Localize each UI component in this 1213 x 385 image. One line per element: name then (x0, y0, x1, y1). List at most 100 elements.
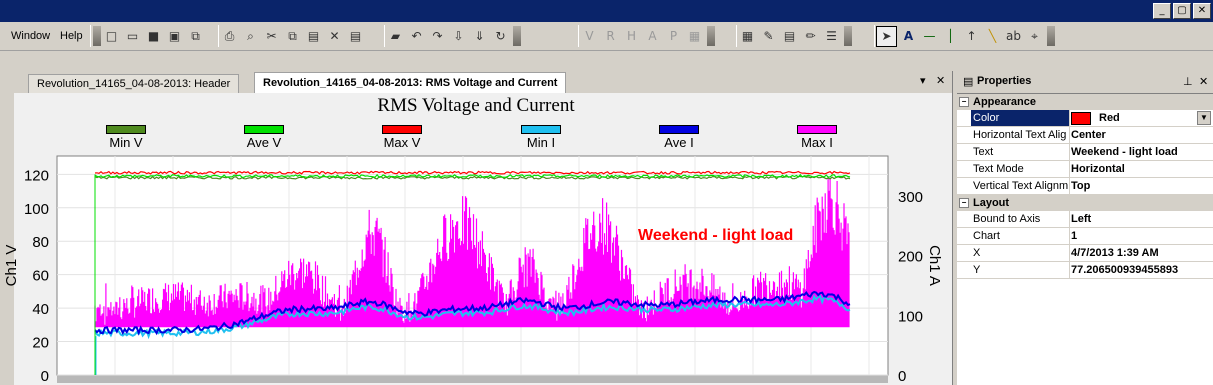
open-folder-icon[interactable]: ▭ (123, 27, 142, 46)
pointer-icon[interactable]: ➤ (876, 25, 897, 47)
property-value-text: Top (1071, 180, 1091, 192)
property-row[interactable]: ▼ Color Red (957, 110, 1213, 127)
property-row[interactable]: Horizontal Text Alig Center (957, 127, 1213, 144)
property-value[interactable]: Weekend - light load (1069, 144, 1213, 160)
window-title-bar: _ ▢ ✕ (0, 0, 1213, 22)
save-as-icon[interactable]: ▣ (165, 27, 184, 46)
marker-icon[interactable]: ⌖ (1025, 27, 1044, 46)
property-row[interactable]: X 4/7/2013 1:39 AM (957, 245, 1213, 262)
collapse-icon[interactable]: − (959, 97, 969, 108)
property-value[interactable]: Center (1069, 127, 1213, 143)
import-icon[interactable]: ⇩ (449, 27, 468, 46)
legend-item[interactable]: Ave I (644, 125, 714, 150)
property-value-text: 1 (1071, 230, 1078, 242)
pw-icon[interactable]: P (664, 27, 683, 46)
y2-tick-label: 100 (898, 308, 923, 325)
print-icon[interactable]: ⎙ (220, 27, 239, 46)
property-row[interactable]: Chart 1 (957, 228, 1213, 245)
toolbar-grip[interactable] (844, 26, 852, 46)
cut-icon[interactable]: ✂ (262, 27, 281, 46)
menu-window[interactable]: Window (11, 30, 50, 42)
close-window-button[interactable]: ✕ (1193, 3, 1211, 19)
properties-icon: ▤ (963, 76, 974, 88)
menu-help[interactable]: Help (60, 30, 83, 42)
table-icon[interactable]: ▦ (685, 27, 704, 46)
chart-options-icon[interactable]: ▦ (738, 27, 757, 46)
property-category-label: Appearance (973, 96, 1036, 108)
property-name: Vertical Text Alignm (973, 178, 1070, 194)
properties-header: ▤ Properties ⊥ ✕ (957, 71, 1213, 94)
print-preview-icon[interactable]: ⌕ (241, 27, 260, 46)
list-icon[interactable]: ☰ (822, 27, 841, 46)
toolbar-grip[interactable] (1047, 26, 1055, 46)
report-icon[interactable]: ▤ (780, 27, 799, 46)
property-row[interactable]: Y 77.206500939455893 (957, 262, 1213, 279)
legend-item[interactable]: Max I (782, 125, 852, 150)
toolbar-grip[interactable] (707, 26, 715, 46)
horizontal-line-icon[interactable]: — (920, 27, 939, 46)
property-value[interactable]: 4/7/2013 1:39 AM (1069, 245, 1213, 261)
property-name: Color (971, 110, 1070, 126)
legend-label: Max V (383, 135, 421, 150)
paste-icon[interactable]: ▤ (304, 27, 323, 46)
legend-item[interactable]: Min V (91, 125, 161, 150)
property-value[interactable]: 1 (1069, 228, 1213, 244)
rp-icon[interactable]: R (601, 27, 620, 46)
arrow-up-icon[interactable]: ↑ (962, 27, 981, 46)
undo-icon[interactable]: ↶ (407, 27, 426, 46)
legend-item[interactable]: Max V (367, 125, 437, 150)
toolbar-grip[interactable] (93, 26, 101, 46)
legend-item[interactable]: Ave V (229, 125, 299, 150)
properties-title: Properties (977, 75, 1032, 87)
chart-annotation[interactable]: Weekend - light load (638, 227, 793, 245)
property-row[interactable]: Text Mode Horizontal (957, 161, 1213, 178)
property-name: Chart (971, 228, 1070, 244)
y-tick-label: 80 (32, 234, 49, 251)
legend-item[interactable]: Min I (506, 125, 576, 150)
delete-icon[interactable]: ✕ (325, 27, 344, 46)
redo-icon[interactable]: ↷ (428, 27, 447, 46)
property-value[interactable]: Left (1069, 211, 1213, 227)
property-row[interactable]: Text Weekend - light load (957, 144, 1213, 161)
collapse-icon[interactable]: − (959, 198, 969, 209)
time-scrollbar (57, 375, 888, 383)
harmonics-icon[interactable]: H (622, 27, 641, 46)
close-panel-icon[interactable]: ✕ (1199, 75, 1208, 88)
property-value[interactable]: Horizontal (1069, 161, 1213, 177)
new-file-icon[interactable]: □ (102, 27, 121, 46)
vi-icon[interactable]: V (580, 27, 599, 46)
diagonal-line-icon[interactable]: ╲ (983, 27, 1002, 46)
chart-pane: 0 20 40 60 80 100 120 0 100 200 300 Ch1 V Ch1 A RMS … (0, 93, 952, 385)
properties-icon[interactable]: ▤ (346, 27, 365, 46)
label-tool-icon[interactable]: ab (1004, 27, 1023, 46)
property-value[interactable]: Top (1069, 178, 1213, 194)
property-category[interactable]: − Appearance (957, 94, 1213, 110)
property-category-label: Layout (973, 197, 1010, 209)
close-tab-icon[interactable]: ✕ (936, 74, 945, 87)
copy-icon[interactable]: ⧉ (283, 27, 302, 46)
toolbar-grip[interactable] (513, 26, 521, 46)
property-value[interactable]: Red (1069, 110, 1213, 126)
chart-title: RMS Voltage and Current (377, 95, 575, 116)
tab-list-dropdown-icon[interactable]: ▾ (920, 74, 926, 87)
window-icon[interactable]: ⧉ (186, 27, 205, 46)
property-value[interactable]: 77.206500939455893 (1069, 262, 1213, 278)
pin-icon[interactable]: ⊥ (1183, 75, 1193, 88)
tab-rms-voltage-current[interactable]: Revolution_14165_04-08-2013: RMS Voltage… (254, 72, 567, 94)
property-row[interactable]: Bound to Axis Left (957, 211, 1213, 228)
edit-chart-icon[interactable]: ✎ (759, 27, 778, 46)
property-row[interactable]: Vertical Text Alignm Top (957, 178, 1213, 195)
refresh-icon[interactable]: ↻ (491, 27, 510, 46)
minimize-button[interactable]: _ (1153, 3, 1171, 19)
restore-button[interactable]: ▢ (1173, 3, 1191, 19)
text-tool-icon[interactable]: A (899, 27, 918, 46)
download-icon[interactable]: ⇓ (470, 27, 489, 46)
toolbar-file: □ ▭ ■ ▣ ⧉ (90, 25, 206, 47)
av-icon[interactable]: A (643, 27, 662, 46)
pencil-icon[interactable]: ✏ (801, 27, 820, 46)
export-icon[interactable]: ▰ (386, 27, 405, 46)
vertical-line-icon[interactable]: │ (941, 27, 960, 46)
save-icon[interactable]: ■ (144, 27, 163, 46)
property-category[interactable]: − Layout (957, 195, 1213, 211)
tab-header[interactable]: Revolution_14165_04-08-2013: Header (28, 74, 240, 93)
